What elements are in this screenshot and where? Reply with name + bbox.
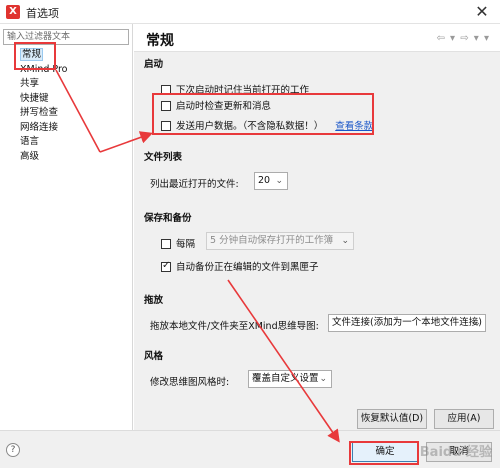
autosave-interval-value: 5 分钟自动保存打开的工作簿 bbox=[210, 235, 334, 246]
nav-item-language[interactable]: 语言 bbox=[20, 135, 68, 150]
style-section-title: 风格 bbox=[144, 351, 164, 362]
watermark: Baidu 经验 bbox=[419, 445, 492, 460]
nav-item-sharing[interactable]: 共享 bbox=[20, 77, 68, 92]
chevron-down-icon: ⌄ bbox=[319, 374, 327, 384]
nav-item-network[interactable]: 网络连接 bbox=[20, 121, 68, 136]
recent-files-select[interactable]: 20 ⌄ bbox=[254, 172, 288, 190]
nav-item-advanced[interactable]: 高级 bbox=[20, 150, 68, 165]
option-label: 自动备份正在编辑的文件到黑匣子 bbox=[176, 262, 319, 273]
drag-files-select[interactable]: 文件连接(添加为一个本地文件连接) ⌄ bbox=[328, 314, 486, 332]
window-title: 首选项 bbox=[26, 7, 59, 20]
annotation-box-startup-options bbox=[152, 93, 374, 135]
auto-backup-option[interactable]: 自动备份正在编辑的文件到黑匣子 bbox=[161, 259, 319, 273]
close-button[interactable]: ✕ bbox=[472, 2, 492, 22]
drag-files-label: 拖放本地文件/文件夹至XMind思维导图: bbox=[150, 321, 319, 332]
style-change-value: 覆盖自定义设置 bbox=[252, 373, 319, 384]
title-bar: X 首选项 ✕ bbox=[0, 0, 500, 24]
xmind-app-icon: X bbox=[6, 5, 20, 19]
recent-files-value: 20 bbox=[258, 175, 271, 186]
style-change-select[interactable]: 覆盖自定义设置 ⌄ bbox=[248, 370, 332, 388]
option-label: 每隔 bbox=[176, 239, 196, 250]
startup-section-title: 启动 bbox=[144, 59, 164, 70]
restore-defaults-button[interactable]: 恢复默认值(D) bbox=[357, 409, 427, 429]
help-icon[interactable]: ? bbox=[6, 443, 20, 457]
file-list-section-title: 文件列表 bbox=[144, 152, 183, 163]
preferences-sidebar: 常规 XMind Pro 共享 快捷键 拼写检查 网络连接 语言 高级 bbox=[0, 24, 133, 430]
auto-backup-checkbox[interactable] bbox=[161, 260, 171, 272]
autosave-interval-select: 5 分钟自动保存打开的工作簿 ⌄ bbox=[206, 232, 354, 250]
annotation-box-general bbox=[14, 42, 56, 70]
nav-item-spelling[interactable]: 拼写检查 bbox=[20, 106, 68, 121]
autosave-every-checkbox[interactable] bbox=[161, 238, 171, 249]
drag-files-value: 文件连接(添加为一个本地文件连接) bbox=[332, 317, 482, 328]
save-backup-section-title: 保存和备份 bbox=[144, 213, 192, 224]
back-forward-arrows[interactable]: ⇦ ▾ ⇨ ▾ ▾ bbox=[436, 33, 490, 44]
preferences-content-pane: 常规 ⇦ ▾ ⇨ ▾ ▾ 启动 下次启动时记住当前打开的工作 启动时检查更新和消… bbox=[134, 24, 500, 430]
chevron-down-icon: ⌄ bbox=[341, 236, 349, 246]
chevron-down-icon: ⌄ bbox=[275, 176, 283, 186]
apply-button[interactable]: 应用(A) bbox=[434, 409, 494, 429]
annotation-box-ok bbox=[349, 441, 419, 465]
nav-item-shortcuts[interactable]: 快捷键 bbox=[20, 92, 68, 107]
style-change-label: 修改思维图风格时: bbox=[150, 377, 230, 388]
drag-section-title: 拖放 bbox=[144, 295, 164, 306]
page-title: 常规 bbox=[146, 33, 174, 49]
recent-files-label: 列出最近打开的文件: bbox=[150, 179, 239, 190]
autosave-every-option[interactable]: 每隔 bbox=[161, 236, 195, 250]
chevron-down-icon: ⌄ bbox=[473, 318, 481, 328]
